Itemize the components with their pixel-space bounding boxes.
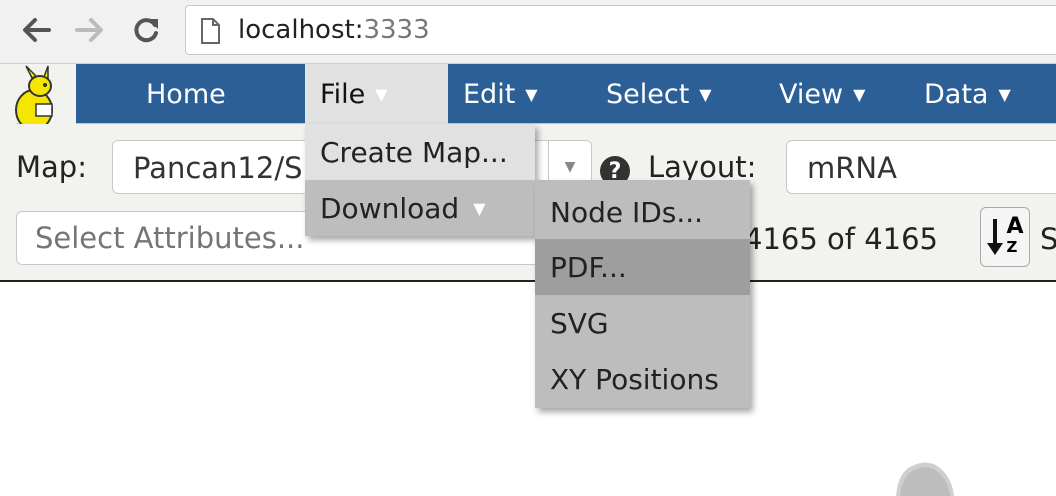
url-bar[interactable]: localhost:3333 [185,5,1056,55]
url-text: localhost:3333 [238,15,430,45]
chevron-down-icon: ▼ [473,198,486,218]
browser-toolbar: localhost:3333 [0,0,1056,64]
submenu-item-pdf-label: PDF... [550,250,627,284]
submenu-item-node-ids[interactable]: Node IDs... [535,184,750,240]
nav-select[interactable]: Select ▼ [606,64,712,124]
submenu-item-pdf[interactable]: PDF... [535,239,750,295]
nav-view-label: View [779,78,844,110]
forward-arrow-icon[interactable] [72,12,108,48]
chevron-down-icon: ▼ [525,84,538,104]
chevron-down-icon: ▼ [375,84,388,104]
reload-icon[interactable] [128,12,164,48]
nav-home[interactable]: Home [146,64,226,124]
nav-file[interactable]: File ▼ [305,64,448,124]
nav-view[interactable]: View ▼ [779,64,865,124]
menu-item-download-label: Download [320,191,460,225]
submenu-item-xy-positions-label: XY Positions [550,362,719,396]
nav-edit[interactable]: Edit ▼ [463,64,538,124]
menu-item-create-map[interactable]: Create Map... [305,124,535,180]
nav-data[interactable]: Data ▼ [924,64,1011,124]
menu-item-create-map-label: Create Map... [320,135,508,169]
sort-az-icon: A Z [986,214,1024,257]
map-select-value: Pancan12/S [133,151,303,185]
sort-letter-z: Z [1006,238,1018,256]
submenu-item-svg[interactable]: SVG [535,295,750,351]
sort-az-button[interactable]: A Z [980,207,1030,267]
layout-label: Layout: [648,150,757,184]
submenu-item-node-ids-label: Node IDs... [550,195,704,229]
page-icon [200,18,220,48]
url-port: 3333 [363,15,430,45]
submenu-item-xy-positions[interactable]: XY Positions [535,351,750,407]
layout-select[interactable]: mRNA [786,140,1056,194]
map-node-cluster[interactable] [888,458,958,496]
menu-item-download[interactable]: Download ▼ [305,180,535,236]
nav-select-label: Select [606,78,690,110]
back-arrow-icon[interactable] [18,12,54,48]
url-host: localhost: [238,15,364,45]
nav-home-label: Home [146,78,226,110]
map-label: Map: [16,150,87,184]
attribute-count: 4165 of 4165 [744,222,938,256]
nav-edit-label: Edit [463,78,516,110]
sort-letter-a: A [1006,214,1024,239]
chevron-down-icon: ▼ [853,84,866,104]
nav-file-label: File [320,78,366,110]
download-submenu: Node IDs... PDF... SVG XY Positions [535,180,750,408]
submenu-item-svg-label: SVG [550,306,609,340]
layout-select-value: mRNA [807,151,897,185]
nav-data-label: Data [924,78,989,110]
clipped-text: S [1040,222,1056,256]
file-menu: Create Map... Download ▼ [305,124,535,236]
chevron-down-icon: ▼ [998,84,1011,104]
chevron-down-icon: ▼ [699,84,712,104]
